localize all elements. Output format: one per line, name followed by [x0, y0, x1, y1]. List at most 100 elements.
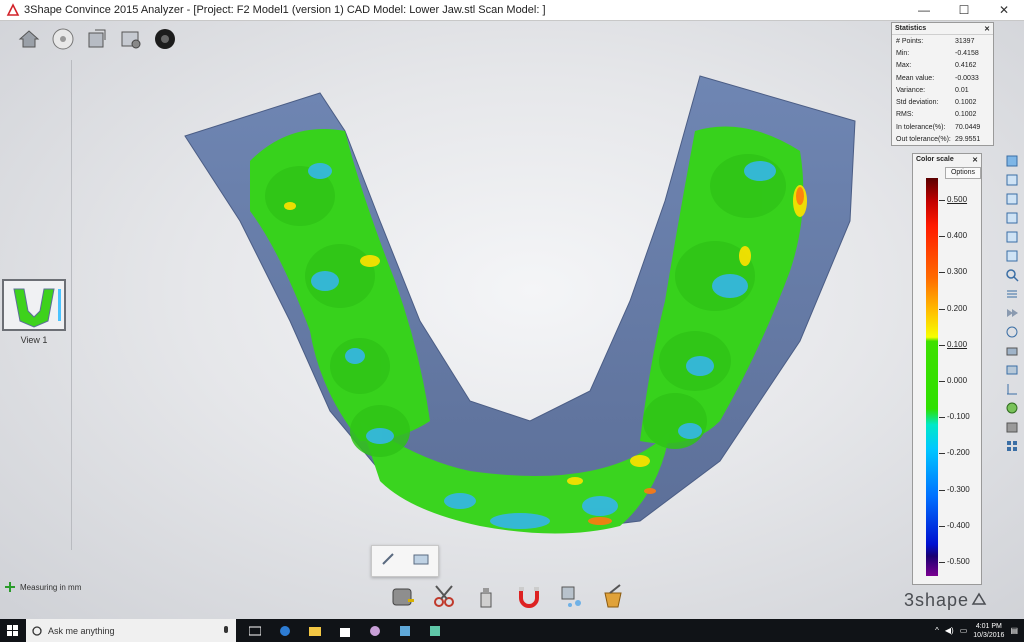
bucket-icon[interactable] — [598, 580, 628, 612]
color-scale-title: Color scale — [916, 156, 954, 163]
color-scale-label: 0.100 — [947, 339, 968, 349]
stat-row: Variance: 0.01 — [896, 86, 969, 94]
window-title: 3Shape Convince 2015 Analyzer - [Project… — [24, 4, 546, 16]
stat-row: RMS: 0.1002 — [896, 111, 977, 119]
store-icon[interactable] — [332, 619, 358, 642]
search-input[interactable]: Ask me anything — [48, 626, 222, 636]
panel-divider — [71, 60, 72, 550]
color-scale-label: 0.200 — [947, 303, 968, 313]
right-view-icon[interactable] — [1004, 228, 1020, 245]
edge-icon[interactable] — [272, 619, 298, 642]
stat-row: Out tolerance(%): 29.9551 — [896, 136, 981, 144]
brand-logo: 3shape — [904, 590, 987, 611]
stat-row: Mean value: -0.0033 — [896, 74, 979, 82]
align-boxes-icon[interactable] — [556, 580, 586, 612]
volume-icon[interactable]: ◀) — [945, 626, 954, 635]
view-thumbnail-label: View 1 — [20, 335, 48, 345]
file-explorer-icon[interactable] — [302, 619, 328, 642]
bottom-toolbar — [388, 580, 628, 612]
microphone-icon[interactable] — [222, 625, 230, 636]
record-icon[interactable] — [152, 26, 178, 52]
app-icon-1[interactable] — [362, 619, 388, 642]
color-scale-tick — [939, 562, 945, 563]
cube-view-icon[interactable] — [1004, 152, 1020, 169]
tape-measure-icon[interactable] — [388, 580, 418, 612]
import-model-icon[interactable] — [84, 26, 110, 52]
magnet-icon[interactable] — [514, 580, 544, 612]
color-scale-panel: Color scale ✕ Options 0.500 0.400 0.300 0.2… — [912, 153, 982, 585]
color-scale-label: -0.100 — [947, 412, 970, 422]
color-scale-tick — [939, 381, 945, 382]
layers-icon[interactable] — [1004, 361, 1020, 378]
color-scale-tick — [939, 453, 945, 455]
title-bar: 3Shape Convince 2015 Analyzer - [Project… — [0, 0, 1024, 21]
zoom-icon[interactable] — [1004, 266, 1020, 283]
color-scale-label: -0.500 — [947, 557, 970, 566]
back-view-icon[interactable] — [1004, 190, 1020, 207]
list-icon[interactable] — [1004, 285, 1020, 302]
color-scale-label: -0.200 — [947, 448, 970, 458]
network-icon[interactable]: ▭ — [960, 626, 968, 635]
measure-icon[interactable] — [1004, 380, 1020, 397]
color-scale-tick — [939, 525, 945, 527]
color-scale-tick — [939, 236, 945, 238]
app-icon-2[interactable] — [392, 619, 418, 642]
settings-model-icon[interactable] — [118, 26, 144, 52]
app-logo-icon — [6, 3, 20, 16]
main-toolbar — [16, 26, 178, 52]
system-tray: ^ ◀) ▭ 4:01 PM 10/3/2016 ▤ — [935, 622, 1024, 640]
close-button[interactable]: ✕ — [984, 0, 1024, 20]
measuring-label: Measuring in mm — [20, 582, 82, 592]
chevron-up-icon[interactable]: ^ — [935, 626, 939, 635]
color-scale-gradient — [926, 178, 938, 576]
maximize-button[interactable]: ☐ — [944, 0, 984, 20]
grid-icon[interactable] — [1004, 437, 1020, 454]
statistics-title: Statistics — [895, 25, 927, 32]
right-toolbar — [1004, 152, 1020, 454]
windows-start-icon[interactable] — [0, 619, 26, 642]
clock[interactable]: 4:01 PM 10/3/2016 — [973, 622, 1004, 640]
rotate-icon[interactable] — [1004, 323, 1020, 340]
color-scale-tick — [939, 417, 945, 419]
scissors-icon[interactable] — [430, 580, 460, 612]
color-scale-label: 0.000 — [947, 376, 968, 385]
minimize-button[interactable]: — — [904, 0, 944, 20]
color-scale-label: 0.500 — [947, 195, 968, 204]
stat-row: Max: 0.4162 — [896, 62, 977, 70]
top-view-icon[interactable] — [1004, 247, 1020, 264]
stat-row: In tolerance(%): 70.0449 — [896, 123, 981, 131]
color-scale-label: -0.400 — [947, 520, 970, 530]
measure-units-status: Measuring in mm — [4, 581, 81, 593]
jaw-model[interactable] — [0, 21, 1024, 619]
camera-icon[interactable] — [1004, 342, 1020, 359]
pen-icon[interactable] — [380, 551, 396, 572]
left-view-icon[interactable] — [1004, 209, 1020, 226]
tool-popup — [371, 545, 439, 577]
notifications-icon[interactable]: ▤ — [1010, 626, 1018, 635]
stat-row: Min: -0.4158 — [896, 49, 979, 57]
surface-icon[interactable] — [412, 551, 430, 572]
3d-viewport[interactable] — [0, 21, 1024, 619]
spray-icon[interactable] — [472, 580, 502, 612]
color-scale-label: 0.400 — [947, 231, 968, 241]
front-view-icon[interactable] — [1004, 171, 1020, 188]
box-icon[interactable] — [1004, 418, 1020, 435]
color-scale-tick — [939, 308, 945, 310]
taskbar: Ask me anything ^ ◀) ▭ 4:01 PM 10/3/2016… — [0, 619, 1024, 642]
disc-icon[interactable] — [50, 26, 76, 52]
color-scale-close-button[interactable]: ✕ — [972, 156, 978, 164]
section-icon[interactable] — [1004, 399, 1020, 416]
arrows-icon[interactable] — [1004, 304, 1020, 321]
color-scale-options-button[interactable]: Options — [945, 167, 981, 179]
color-scale-tick — [939, 489, 945, 491]
app-icon-3[interactable] — [422, 619, 448, 642]
color-scale-label: 0.300 — [947, 267, 968, 277]
statistics-panel: Statistics ✕ # Points: 31397 Min: -0.4158 … — [891, 22, 994, 146]
plus-icon[interactable] — [4, 581, 16, 593]
view-thumbnail[interactable] — [2, 279, 66, 331]
statistics-close-button[interactable]: ✕ — [984, 25, 990, 33]
jaw-thumbnail-icon — [13, 288, 61, 328]
task-view-icon[interactable] — [242, 619, 268, 642]
cortana-search[interactable]: Ask me anything — [26, 619, 236, 642]
home-view-icon[interactable] — [16, 26, 42, 52]
